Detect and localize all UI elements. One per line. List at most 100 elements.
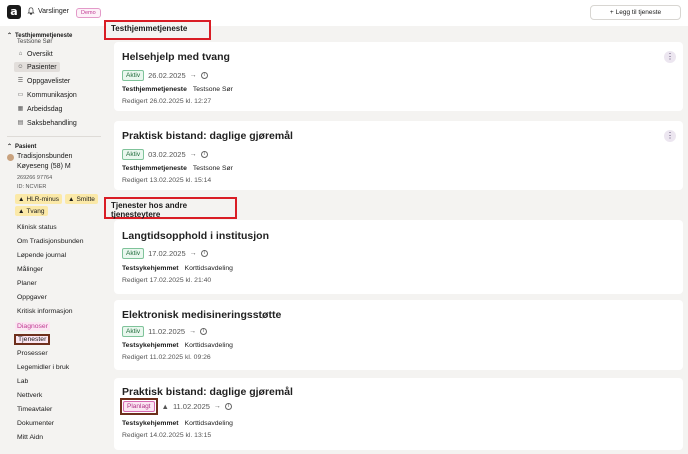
sidebar-item-pasienter[interactable]: ☺ Pasienter xyxy=(14,62,60,72)
sidebar-item-label: Pasienter xyxy=(27,63,57,71)
service-card[interactable]: Langtidsopphold i institusjon Aktiv 17.0… xyxy=(114,220,683,294)
arrow-right-icon: → xyxy=(189,328,197,335)
start-date: 03.02.2025 xyxy=(148,150,186,159)
sidebar-link-mitt-aidn[interactable]: Mitt Aidn xyxy=(17,434,43,441)
provider-org: Testsykehjemmet xyxy=(122,342,179,349)
sidebar-link-tjenester[interactable]: Tjenester xyxy=(14,334,51,345)
sidebar-item-label: Saksbehandling xyxy=(27,119,77,127)
notifications-button[interactable]: Varslinger xyxy=(27,7,69,15)
chevron-up-icon: ⌃ xyxy=(7,144,13,150)
unit-title: Testhjemmetjeneste xyxy=(15,32,73,39)
start-date: 17.02.2025 xyxy=(148,249,186,258)
warning-icon: ▲ xyxy=(68,195,75,203)
sidebar-item-oppgavelister[interactable]: ☰ Oppgavelister xyxy=(14,76,73,86)
arrow-right-icon: → xyxy=(189,72,197,79)
sidebar-item-label: Arbeidsdag xyxy=(27,105,63,113)
provider-row: Testhjemmetjeneste Testsone Sør xyxy=(122,86,233,93)
info-icon[interactable]: i xyxy=(224,403,232,410)
sidebar-link-lab[interactable]: Lab xyxy=(17,378,28,385)
bell-icon xyxy=(27,7,35,15)
provider-unit: Korttidsavdeling xyxy=(184,265,233,272)
info-icon[interactable]: i xyxy=(200,328,208,335)
provider-row: Testsykehjemmet Korttidsavdeling xyxy=(122,342,233,349)
patient-ssn: 269266 97764 xyxy=(17,175,53,181)
warning-badge-hlr[interactable]: ▲ HLR-minus xyxy=(15,194,62,204)
edited-timestamp: Redigert 17.02.2025 kl. 21:40 xyxy=(122,277,212,284)
sidebar-item-label: Oppgavelister xyxy=(27,77,71,85)
service-title: Elektronisk medisineringsstøtte xyxy=(122,309,282,321)
calendar-icon: ▦ xyxy=(17,105,24,112)
warning-icon: ▲ xyxy=(161,402,169,411)
warning-label: Tvang xyxy=(26,207,45,215)
edited-timestamp: Redigert 11.02.2025 kl. 09:26 xyxy=(122,354,211,361)
provider-org: Testhjemmetjeneste xyxy=(122,165,187,172)
warning-label: HLR-minus xyxy=(26,195,59,203)
provider-org: Testsykehjemmet xyxy=(122,420,179,427)
sidebar-link-klinisk-status[interactable]: Klinisk status xyxy=(17,224,57,231)
sidebar-link-timeavtaler[interactable]: Timeavtaler xyxy=(17,406,52,413)
demo-badge: Demo xyxy=(76,8,101,18)
start-date: 26.02.2025 xyxy=(148,71,186,80)
patient-section-toggle[interactable]: ⌃ Pasient xyxy=(7,143,37,151)
add-service-label: Legg til tjeneste xyxy=(615,9,662,16)
sidebar-item-saksbehandling[interactable]: ▤ Saksbehandling xyxy=(14,118,80,128)
patient-section-title: Pasient xyxy=(15,143,37,150)
provider-row: Testsykehjemmet Korttidsavdeling xyxy=(122,265,233,272)
unit-section-toggle[interactable]: ⌃ Testhjemmetjeneste xyxy=(7,32,73,40)
provider-org: Testsykehjemmet xyxy=(122,265,179,272)
provider-row: Testsykehjemmet Korttidsavdeling xyxy=(122,420,233,427)
patient-id: ID: NCVIER xyxy=(17,184,47,190)
arrow-right-icon: → xyxy=(213,403,221,410)
arrow-right-icon: → xyxy=(189,250,197,257)
sidebar-link-malinger[interactable]: Målinger xyxy=(17,266,43,273)
sidebar-link-om-pasient[interactable]: Om Tradisjonsbunden xyxy=(17,238,84,245)
service-card[interactable]: Elektronisk medisineringsstøtte Aktiv 11… xyxy=(114,300,683,370)
provider-unit: Korttidsavdeling xyxy=(184,342,233,349)
group-title-own-services: Testhjemmetjeneste xyxy=(104,20,211,40)
chat-icon: ▭ xyxy=(17,91,24,98)
service-title: Praktisk bistand: daglige gjøremål xyxy=(122,130,293,142)
service-title: Langtidsopphold i institusjon xyxy=(122,230,269,242)
sidebar: ⌃ Testhjemmetjeneste Testsone Sør ⌂ Over… xyxy=(0,26,108,454)
more-options-icon[interactable]: ⋮ xyxy=(664,130,676,142)
provider-row: Testhjemmetjeneste Testsone Sør xyxy=(122,165,233,172)
warning-badge-smitte[interactable]: ▲ Smitte xyxy=(65,194,98,204)
service-title: Praktisk bistand: daglige gjøremål xyxy=(122,386,293,398)
status-badge-highlight: Planlagt xyxy=(120,398,158,415)
service-card[interactable]: Praktisk bistand: daglige gjøremål Planl… xyxy=(114,378,683,450)
provider-unit: Testsone Sør xyxy=(192,165,233,172)
sidebar-item-arbeidsdag[interactable]: ▦ Arbeidsdag xyxy=(14,104,65,114)
add-service-button[interactable]: + Legg til tjeneste xyxy=(590,5,681,20)
folder-icon: ▤ xyxy=(17,119,24,126)
sidebar-link-prosesser[interactable]: Prosesser xyxy=(17,350,48,357)
sidebar-link-nettverk[interactable]: Nettverk xyxy=(17,392,42,399)
sidebar-link-lopende-journal[interactable]: Løpende journal xyxy=(17,252,66,259)
sidebar-link-kritisk-informasjon[interactable]: Kritisk informasjon xyxy=(17,308,73,315)
sidebar-item-oversikt[interactable]: ⌂ Oversikt xyxy=(14,49,56,59)
status-badge: Aktiv xyxy=(122,70,145,81)
aidn-logo[interactable]: a xyxy=(7,5,21,19)
plus-icon: + xyxy=(609,9,614,16)
sidebar-link-oppgaver[interactable]: Oppgaver xyxy=(17,294,47,301)
provider-unit: Korttidsavdeling xyxy=(184,420,233,427)
sidebar-item-kommunikasjon[interactable]: ▭ Kommunikasjon xyxy=(14,90,80,100)
start-date: 11.02.2025 xyxy=(172,402,210,411)
status-badge: Planlagt xyxy=(123,401,155,412)
sidebar-link-dokumenter[interactable]: Dokumenter xyxy=(17,420,54,427)
info-icon[interactable]: i xyxy=(200,72,208,79)
sidebar-item-label: Kommunikasjon xyxy=(27,91,77,99)
service-card[interactable]: Praktisk bistand: daglige gjøremål ⋮ Akt… xyxy=(114,121,683,190)
sidebar-link-diagnoser[interactable]: Diagnoser xyxy=(15,322,50,331)
status-badge: Aktiv xyxy=(122,149,145,160)
more-options-icon[interactable]: ⋮ xyxy=(664,51,676,63)
sidebar-link-legemidler[interactable]: Legemidler i bruk xyxy=(17,364,69,371)
info-icon[interactable]: i xyxy=(200,250,208,257)
warning-label: Smitte xyxy=(76,195,95,203)
warning-badge-tvang[interactable]: ▲ Tvang xyxy=(15,206,48,216)
sidebar-divider xyxy=(7,136,101,137)
service-card[interactable]: Helsehjelp med tvang ⋮ Aktiv 26.02.2025 … xyxy=(114,42,683,111)
info-icon[interactable]: i xyxy=(200,151,208,158)
sidebar-link-planer[interactable]: Planer xyxy=(17,280,37,287)
list-icon: ☰ xyxy=(17,77,24,84)
provider-org: Testhjemmetjeneste xyxy=(122,86,187,93)
